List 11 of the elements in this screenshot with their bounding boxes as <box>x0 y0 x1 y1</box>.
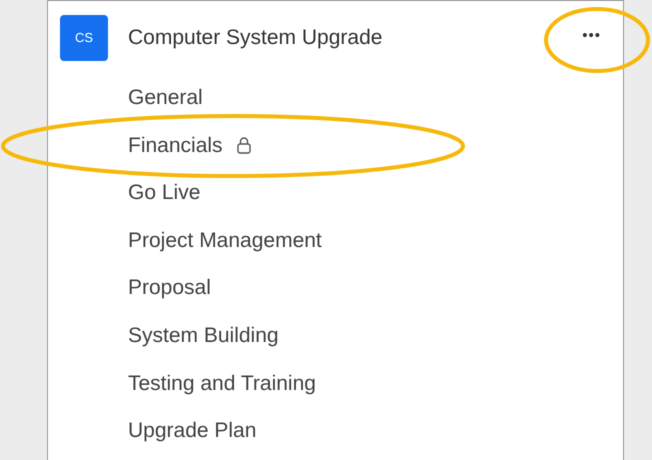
channel-item[interactable]: Project Management <box>128 224 322 256</box>
channel-item[interactable]: System Building <box>128 320 279 352</box>
channel-item[interactable]: Testing and Training <box>128 368 316 400</box>
channel-item[interactable]: Upgrade Plan <box>128 415 256 447</box>
channel-item[interactable]: Proposal <box>128 272 211 304</box>
channel-item[interactable]: Financials <box>128 130 223 162</box>
team-avatar: CS <box>60 14 108 60</box>
team-name[interactable]: Computer System Upgrade <box>128 22 382 54</box>
channel-item[interactable]: General <box>128 82 203 114</box>
more-options-button[interactable]: ••• <box>582 25 601 50</box>
channel-item[interactable]: Go Live <box>128 177 200 209</box>
